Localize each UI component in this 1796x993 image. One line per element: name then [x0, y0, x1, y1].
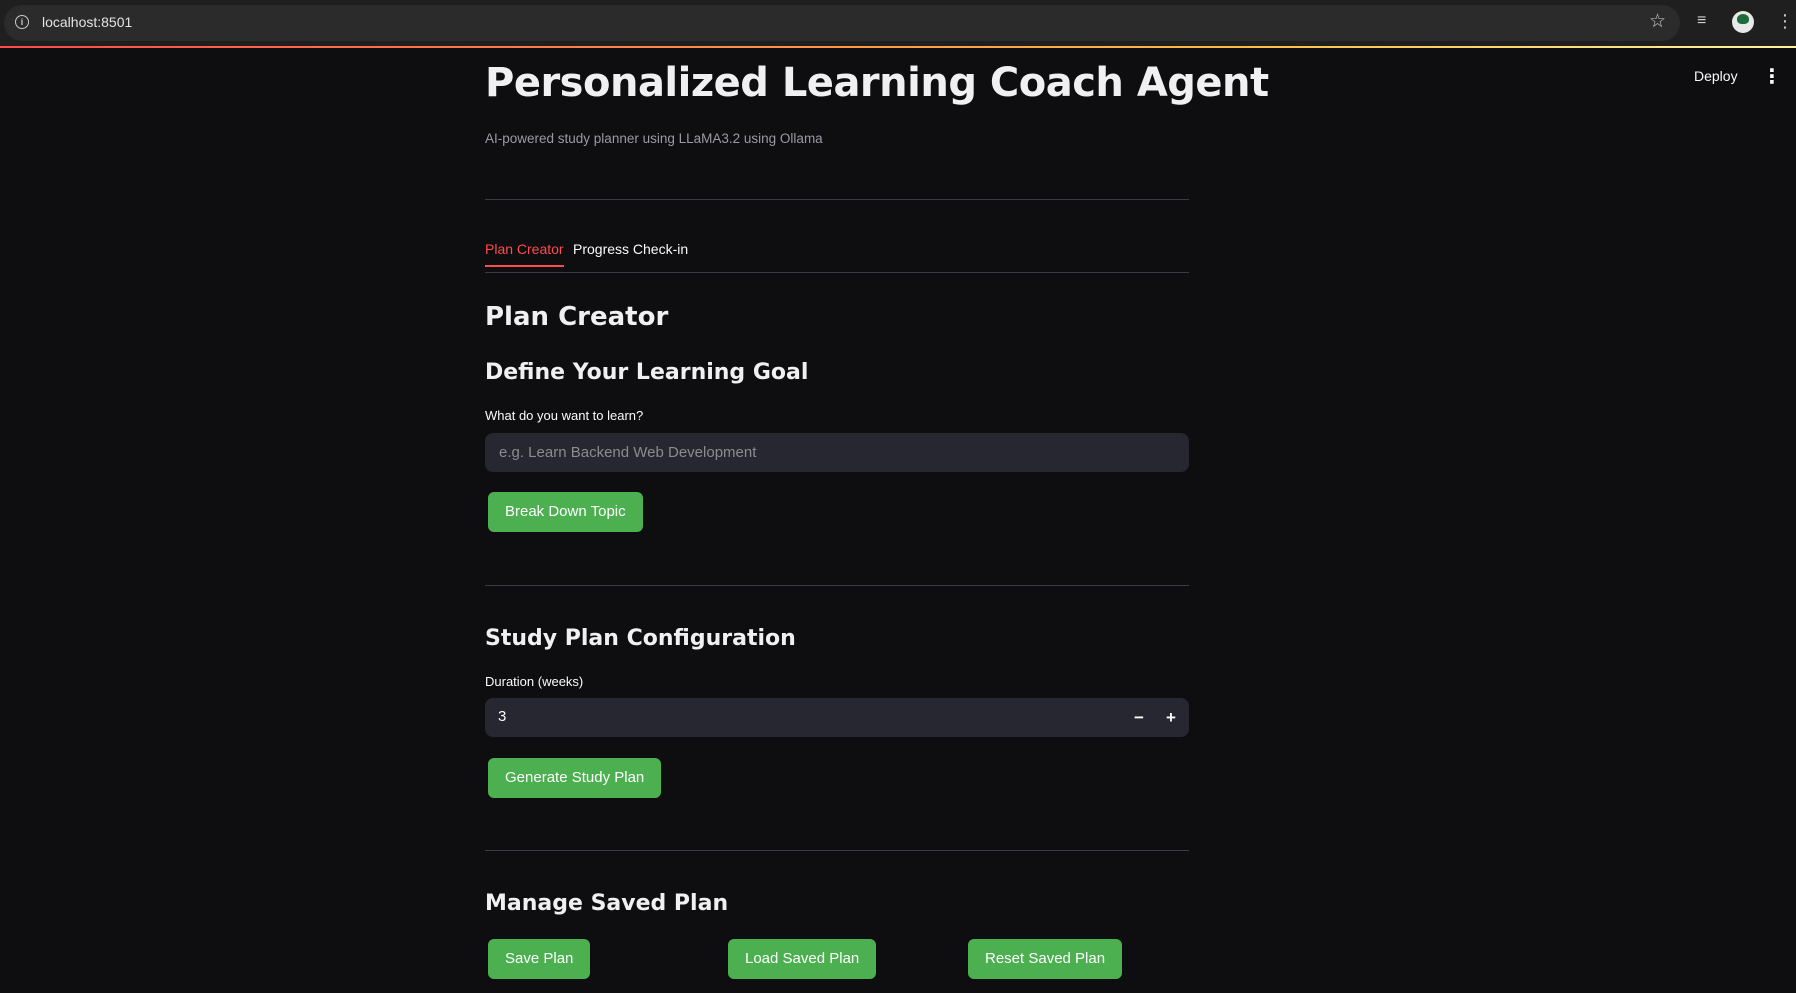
tab-underline [485, 272, 1189, 273]
manage-heading: Manage Saved Plan [485, 891, 729, 916]
load-saved-plan-button[interactable]: Load Saved Plan [728, 939, 877, 979]
decrement-button[interactable]: − [1125, 704, 1153, 732]
increment-button[interactable]: + [1157, 704, 1185, 732]
generate-study-plan-button[interactable]: Generate Study Plan [488, 758, 662, 798]
goal-input[interactable] [485, 433, 1189, 472]
divider [485, 585, 1189, 586]
duration-number-input[interactable]: 3 − + [485, 698, 1189, 737]
browser-chrome: i localhost:8501 ☆ ≡ ⋮ [0, 0, 1796, 46]
bookmark-star-icon[interactable]: ☆ [1649, 10, 1666, 33]
decoration-bar [0, 46, 1796, 48]
media-queue-icon[interactable]: ≡ [1697, 12, 1706, 30]
tab-bar: Plan Creator Progress Check-in [485, 241, 1189, 273]
duration-label: Duration (weeks) [485, 674, 584, 689]
config-heading: Study Plan Configuration [485, 626, 796, 651]
page-subtitle: AI-powered study planner using LLaMA3.2 … [485, 131, 823, 146]
deploy-button[interactable]: Deploy [1690, 68, 1742, 84]
browser-menu-icon[interactable]: ⋮ [1776, 12, 1794, 30]
page-title: Personalized Learning Coach Agent [485, 60, 1269, 106]
save-plan-button[interactable]: Save Plan [488, 939, 591, 979]
divider [485, 199, 1189, 200]
divider [485, 850, 1189, 851]
app-menu-icon[interactable]: ⋮ [1762, 64, 1782, 89]
duration-value[interactable]: 3 [498, 708, 506, 725]
url-text[interactable]: localhost:8501 [42, 14, 132, 30]
goal-input-label: What do you want to learn? [485, 408, 644, 423]
site-info-icon[interactable]: i [15, 15, 29, 29]
profile-avatar[interactable] [1732, 11, 1754, 33]
tab-progress-check-in[interactable]: Progress Check-in [573, 241, 688, 265]
tab-plan-creator[interactable]: Plan Creator [485, 241, 564, 267]
address-bar[interactable]: i localhost:8501 ☆ [4, 5, 1680, 41]
reset-saved-plan-button[interactable]: Reset Saved Plan [968, 939, 1123, 979]
break-down-topic-button[interactable]: Break Down Topic [488, 492, 643, 532]
goal-heading: Define Your Learning Goal [485, 360, 809, 385]
section-heading-plan-creator: Plan Creator [485, 302, 669, 332]
